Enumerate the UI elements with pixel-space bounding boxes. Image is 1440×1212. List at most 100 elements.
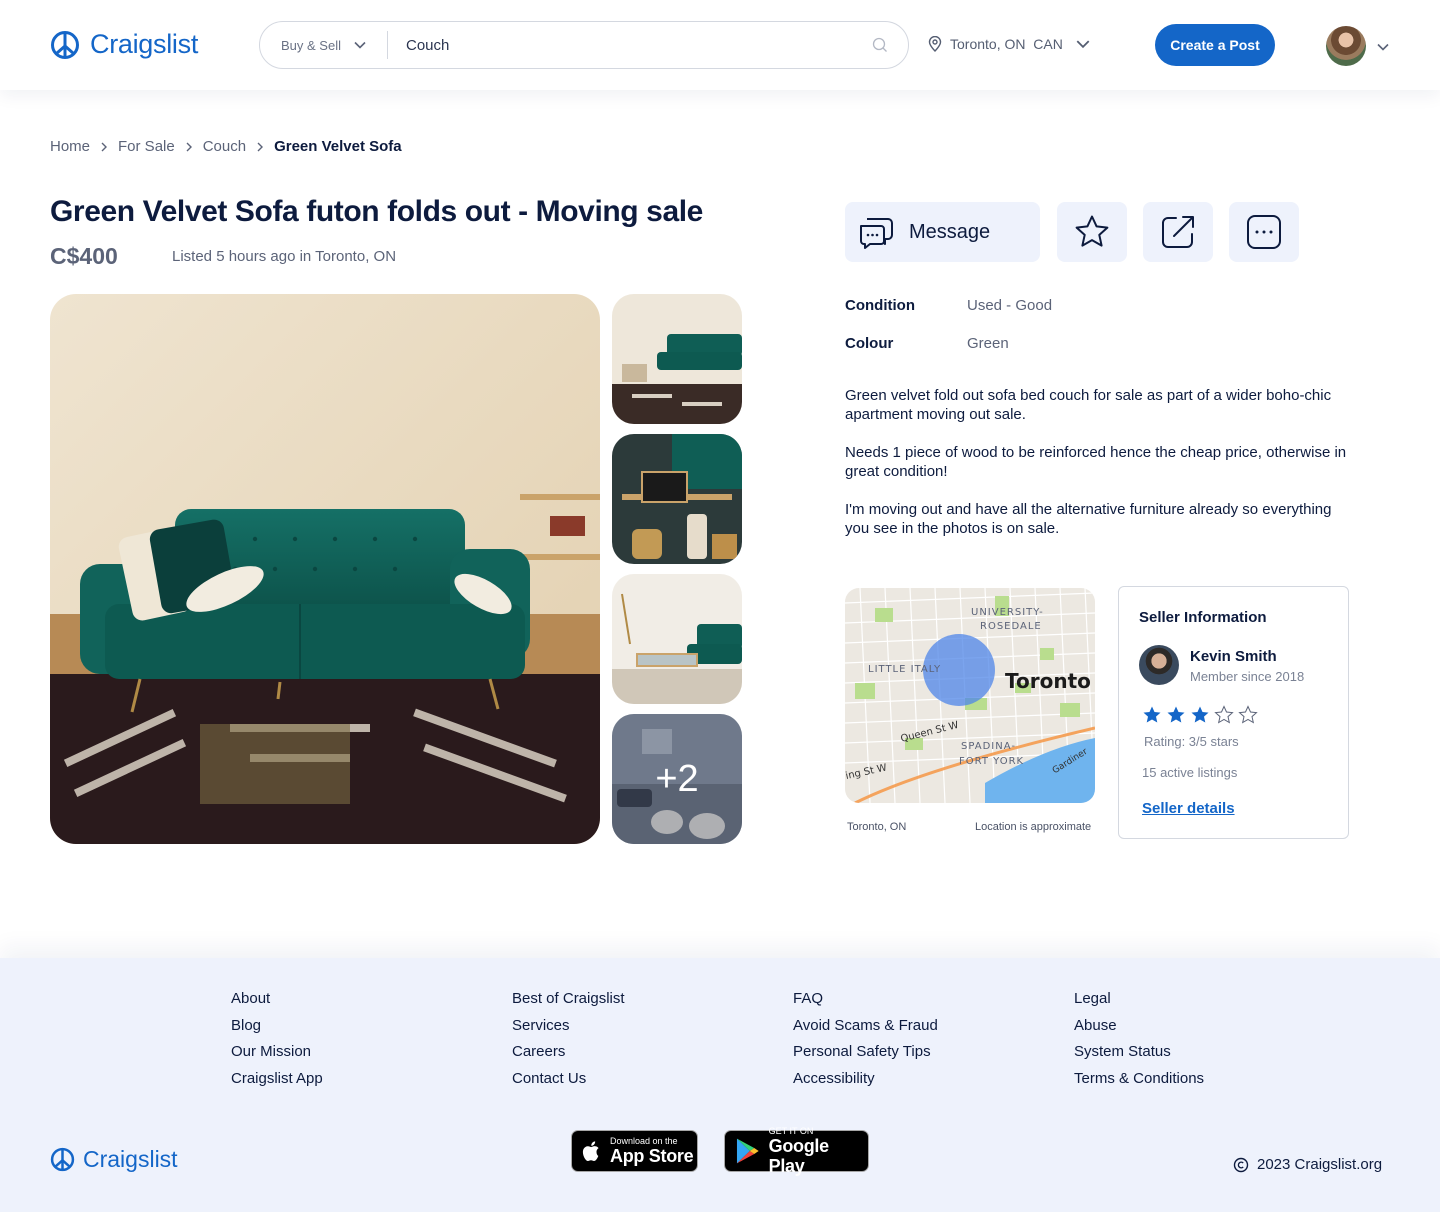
location-map[interactable]: UNIVERSITY- ROSEDALE LITTLE ITALY Toront… <box>845 588 1095 803</box>
peace-logo-icon <box>51 30 79 59</box>
peace-logo-icon <box>50 1147 75 1172</box>
chevron-down-icon <box>1076 40 1090 49</box>
google-play-big-label: Google Play <box>768 1135 830 1176</box>
seller-avatar[interactable] <box>1139 645 1179 685</box>
map-label: UNIVERSITY- <box>971 607 1044 618</box>
seller-details-link[interactable]: Seller details <box>1142 800 1235 817</box>
app-store-big-label: App Store <box>610 1145 694 1166</box>
footer-link[interactable]: Blog <box>231 1017 323 1044</box>
chevron-down-icon[interactable] <box>1376 40 1390 54</box>
location-label: Toronto, ON CAN <box>950 36 1063 52</box>
footer: About Blog Our Mission Craigslist App Be… <box>0 958 1440 1212</box>
footer-link[interactable]: Personal Safety Tips <box>793 1043 938 1070</box>
footer-column: Best of Craigslist Services Careers Cont… <box>512 990 625 1096</box>
star-filled-icon <box>1143 706 1161 723</box>
footer-link[interactable]: Avoid Scams & Fraud <box>793 1017 938 1044</box>
user-avatar[interactable] <box>1326 26 1366 66</box>
category-label: Buy & Sell <box>281 37 341 53</box>
more-photos-count: +2 <box>612 714 742 844</box>
description-paragraph: Needs 1 piece of wood to be reinforced h… <box>845 444 1347 480</box>
footer-link[interactable]: About <box>231 990 323 1017</box>
thumbnail-more[interactable]: +2 <box>612 714 742 844</box>
location-select[interactable]: Toronto, ON CAN <box>928 36 1091 52</box>
footer-logo-text: Craigslist <box>83 1146 178 1172</box>
breadcrumb-couch[interactable]: Couch <box>203 138 246 155</box>
seller-rating-text: Rating: 3/5 stars <box>1144 734 1239 749</box>
search-input[interactable]: Couch <box>388 37 872 54</box>
footer-link[interactable]: Accessibility <box>793 1070 938 1097</box>
breadcrumb: Home For Sale Couch Green Velvet Sofa <box>50 138 402 155</box>
message-button[interactable]: Message <box>845 202 1040 262</box>
footer-link[interactable]: Best of Craigslist <box>512 990 625 1017</box>
thumbnail-image <box>612 574 742 704</box>
thumbnail-1[interactable] <box>612 294 742 424</box>
category-select[interactable]: Buy & Sell <box>260 31 388 59</box>
thumbnail-2[interactable] <box>612 434 742 564</box>
footer-link[interactable]: Contact Us <box>512 1070 625 1097</box>
listing-posted-info: Listed 5 hours ago in Toronto, ON <box>172 248 397 265</box>
footer-link[interactable]: Terms & Conditions <box>1074 1070 1204 1097</box>
star-empty-icon <box>1214 705 1234 724</box>
google-play-button[interactable]: GET IT ON Google Play <box>724 1125 869 1176</box>
thumbnail-image <box>612 294 742 424</box>
description-paragraph: I'm moving out and have all the alternat… <box>845 501 1332 537</box>
footer-column: FAQ Avoid Scams & Fraud Personal Safety … <box>793 990 938 1096</box>
create-post-button[interactable]: Create a Post <box>1155 24 1275 66</box>
seller-heading: Seller Information <box>1139 609 1267 626</box>
app-store-button[interactable]: Download on the App Store <box>571 1130 698 1172</box>
star-filled-icon <box>1191 706 1209 723</box>
footer-link[interactable]: Careers <box>512 1043 625 1070</box>
footer-column: Legal Abuse System Status Terms & Condit… <box>1074 990 1204 1096</box>
seller-rating-stars <box>1142 705 1258 725</box>
thumbnail-image <box>612 434 742 564</box>
footer-logo[interactable]: Craigslist <box>50 1146 178 1173</box>
google-play-icon <box>736 1138 759 1164</box>
map-label: LITTLE ITALY <box>868 664 941 675</box>
logo-text: Craigslist <box>90 29 199 59</box>
footer-link[interactable]: System Status <box>1074 1043 1204 1070</box>
map-label: Toronto <box>1005 669 1091 693</box>
apple-icon <box>582 1141 599 1161</box>
more-options-icon <box>1247 215 1281 249</box>
detail-value: Green <box>967 335 1009 352</box>
favorite-button[interactable] <box>1057 202 1127 262</box>
detail-label: Condition <box>845 297 915 314</box>
breadcrumb-current: Green Velvet Sofa <box>274 138 402 155</box>
map-approximate-note: Location is approximate <box>975 821 1092 833</box>
search-icon[interactable] <box>872 37 888 53</box>
footer-link[interactable]: Legal <box>1074 990 1204 1017</box>
footer-link[interactable]: Services <box>512 1017 625 1044</box>
chevron-right-icon <box>257 142 264 151</box>
google-play-small-label: GET IT ON <box>768 1125 814 1136</box>
top-header: Craigslist Buy & Sell Couch Toronto, ON … <box>0 0 1440 90</box>
more-options-button[interactable] <box>1229 202 1299 262</box>
star-icon <box>1075 215 1109 247</box>
footer-link[interactable]: Our Mission <box>231 1043 323 1070</box>
copyright: 2023 Craigslist.org <box>1233 1156 1382 1173</box>
share-icon <box>1162 216 1194 248</box>
chat-bubbles-icon <box>860 218 893 249</box>
thumbnail-3[interactable] <box>612 574 742 704</box>
footer-column: About Blog Our Mission Craigslist App <box>231 990 323 1096</box>
main-photo[interactable] <box>50 294 600 844</box>
location-pin-icon <box>928 36 942 52</box>
footer-link[interactable]: Abuse <box>1074 1017 1204 1044</box>
breadcrumb-home[interactable]: Home <box>50 138 90 155</box>
craigslist-logo[interactable]: Craigslist <box>50 29 198 60</box>
share-button[interactable] <box>1143 202 1213 262</box>
seller-name[interactable]: Kevin Smith <box>1190 648 1277 665</box>
star-filled-icon <box>1167 706 1185 723</box>
seller-card: Seller Information Kevin Smith Member si… <box>1118 586 1349 839</box>
map-image: UNIVERSITY- ROSEDALE LITTLE ITALY Toront… <box>845 588 1095 803</box>
map-caption: Toronto, ON <box>847 821 907 833</box>
copyright-icon <box>1233 1157 1249 1172</box>
footer-link[interactable]: FAQ <box>793 990 938 1017</box>
star-empty-icon <box>1238 705 1258 724</box>
breadcrumb-for-sale[interactable]: For Sale <box>118 138 175 155</box>
listing-title: Green Velvet Sofa futon folds out - Movi… <box>50 195 703 228</box>
footer-link[interactable]: Craigslist App <box>231 1070 323 1097</box>
seller-member-since: Member since 2018 <box>1190 669 1305 684</box>
listing-price: C$400 <box>50 243 118 269</box>
detail-value: Used - Good <box>967 297 1053 314</box>
chevron-down-icon <box>354 41 366 49</box>
